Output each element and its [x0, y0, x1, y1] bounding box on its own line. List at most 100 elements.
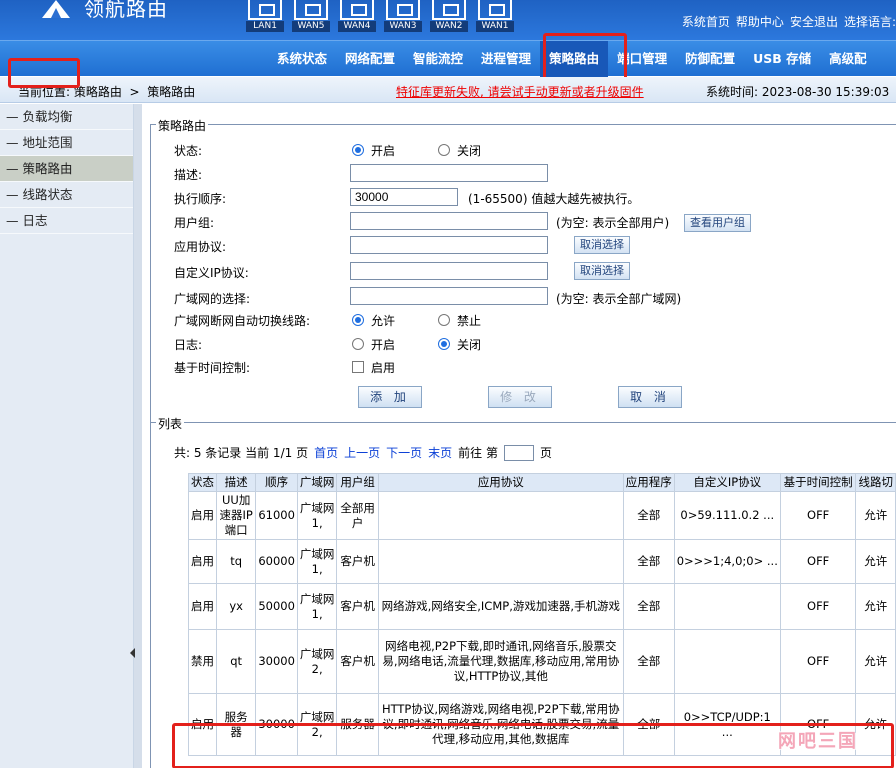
col-header: 描述: [215, 473, 257, 492]
table-cell: [377, 539, 624, 584]
main-content: 策略路由 状态: 开启 关闭 描述: 执行顺序: (1-65500) 值越大越先…: [142, 104, 896, 768]
sidebar-splitter[interactable]: [134, 104, 142, 768]
log-off-radio[interactable]: [438, 338, 450, 350]
table-cell: 广域网1,: [296, 583, 338, 630]
logout-link[interactable]: 安全退出: [790, 13, 838, 30]
table-cell: OFF: [779, 583, 857, 630]
log-on-radio[interactable]: [352, 338, 364, 350]
status-label: 状态:: [174, 144, 203, 158]
port-icon: WAN5: [292, 0, 330, 34]
first-page-link[interactable]: 首页: [314, 444, 338, 461]
order-input[interactable]: [350, 188, 458, 206]
add-button[interactable]: 添 加: [358, 386, 422, 408]
time-control-checkbox[interactable]: [352, 361, 364, 373]
app-cancel-select-button[interactable]: 取消选择: [574, 236, 630, 254]
wan-input[interactable]: [350, 287, 548, 305]
record-summary: 共: 5 条记录 当前 1/1 页: [174, 446, 309, 460]
nav-usb-storage[interactable]: USB 存储: [744, 41, 820, 77]
usergroup-label: 用户组:: [174, 216, 215, 230]
table-cell: 允许: [855, 583, 896, 630]
nav-defense-config[interactable]: 防御配置: [676, 41, 744, 77]
col-header: 状态: [188, 473, 217, 492]
nav-process-management[interactable]: 进程管理: [472, 41, 540, 77]
table-cell: 启用: [188, 583, 217, 630]
table-cell: HTTP协议,网络游戏,网络电视,P2P下载,常用协议,即时通讯,网络音乐,网络…: [377, 693, 624, 756]
status-on-label: 开启: [371, 144, 396, 158]
col-header: 自定义IP协议: [673, 473, 781, 492]
home-link[interactable]: 系统首页: [682, 13, 730, 30]
modify-button[interactable]: 修 改: [488, 386, 552, 408]
language-select[interactable]: 选择语言:: [844, 13, 896, 30]
table-cell: 允许: [855, 629, 896, 694]
sidebar-item-policy-routing[interactable]: — 策略路由: [0, 156, 133, 182]
table-cell: 50000: [255, 583, 298, 630]
page-number-input[interactable]: [503, 444, 534, 461]
table-cell: OFF: [779, 491, 857, 540]
col-header: 用户组: [336, 473, 379, 492]
table-cell: 启用: [188, 539, 217, 584]
sidebar-item-line-status[interactable]: — 线路状态: [0, 182, 133, 208]
next-page-link[interactable]: 下一页: [386, 444, 422, 461]
ip-protocol-input[interactable]: [350, 262, 548, 280]
help-link[interactable]: 帮助中心: [736, 13, 784, 30]
top-header: 领航路由 LAN1 WAN5 WAN4 WAN3 WAN2 WAN1 系统首页 …: [0, 0, 896, 40]
ip-cancel-select-button[interactable]: 取消选择: [574, 262, 630, 280]
sidebar-item-load-balance[interactable]: — 负载均衡: [0, 104, 133, 130]
desc-label: 描述:: [174, 168, 203, 182]
failover-label: 广域网断网自动切换线路:: [174, 314, 311, 328]
view-usergroup-button[interactable]: 查看用户组: [684, 214, 751, 232]
last-page-link[interactable]: 末页: [428, 444, 452, 461]
cancel-button[interactable]: 取 消: [618, 386, 682, 408]
failover-allow-radio[interactable]: [352, 314, 364, 326]
app-protocol-input[interactable]: [350, 236, 548, 254]
wan-hint: (为空: 表示全部广域网): [556, 292, 682, 306]
wan-label: 广域网的选择:: [174, 292, 251, 306]
usergroup-hint: (为空: 表示全部用户): [556, 216, 670, 230]
update-warning-link[interactable]: 特征库更新失败, 请尝试手动更新或者升级固件: [396, 83, 644, 100]
time-control-enable-label: 启用: [371, 361, 396, 375]
collapse-arrow-icon[interactable]: [130, 648, 135, 658]
table-row[interactable]: 禁用 qt 30000 广域网2, 客户机 网络电视,P2P下载,即时通讯,网络…: [188, 629, 896, 694]
watermark: 网吧三国: [778, 731, 858, 752]
table-cell: 全部: [622, 491, 675, 540]
table-cell: 30000: [255, 693, 298, 756]
nav-policy-routing[interactable]: 策略路由: [540, 41, 609, 77]
nav-port-management[interactable]: 端口管理: [608, 41, 676, 77]
table-cell: 启用: [188, 491, 217, 540]
router-admin-page: 领航路由 LAN1 WAN5 WAN4 WAN3 WAN2 WAN1 系统首页 …: [0, 0, 896, 768]
desc-input[interactable]: [350, 164, 548, 182]
nav-system-status[interactable]: 系统状态: [268, 41, 336, 77]
port-icon: LAN1: [246, 0, 284, 34]
table-cell: 0>>>1;4,0;0> ...: [673, 539, 781, 584]
failover-deny-label: 禁止: [457, 314, 482, 328]
status-off-radio[interactable]: [438, 144, 450, 156]
log-on-label: 开启: [371, 338, 396, 352]
nav-network-config[interactable]: 网络配置: [336, 41, 404, 77]
system-time: 系统时间: 2023-08-30 15:39:03: [706, 85, 890, 99]
table-row[interactable]: 启用 UU加速器IP端口 61000 广域网1, 全部用户 全部 0>59.11…: [188, 491, 896, 540]
col-header: 顺序: [255, 473, 298, 492]
table-cell: OFF: [779, 539, 857, 584]
sidebar-item-log[interactable]: — 日志: [0, 208, 133, 234]
table-row[interactable]: 启用 yx 50000 广域网1, 客户机 网络游戏,网络安全,ICMP,游戏加…: [188, 583, 896, 630]
prev-page-link[interactable]: 上一页: [344, 444, 380, 461]
table-cell: 全部用户: [336, 491, 379, 540]
table-cell: 服务器: [215, 693, 257, 756]
table-cell: OFF: [779, 629, 857, 694]
failover-deny-radio[interactable]: [438, 314, 450, 326]
status-on-radio[interactable]: [352, 144, 364, 156]
nav-traffic-control[interactable]: 智能流控: [404, 41, 472, 77]
failover-allow-label: 允许: [371, 314, 396, 328]
sidebar-item-address-range[interactable]: — 地址范围: [0, 130, 133, 156]
table-cell: 广域网2,: [296, 693, 338, 756]
usergroup-input[interactable]: [350, 212, 548, 230]
table-cell: 全部: [622, 539, 675, 584]
goto-label: 前往 第: [458, 446, 498, 460]
time-control-label: 基于时间控制:: [174, 361, 251, 375]
logo-mark-icon: [38, 0, 78, 20]
log-off-label: 关闭: [457, 338, 482, 352]
port-indicators: LAN1 WAN5 WAN4 WAN3 WAN2 WAN1: [246, 0, 514, 34]
table-row[interactable]: 启用 tq 60000 广域网1, 客户机 全部 0>>>1;4,0;0> ..…: [188, 539, 896, 584]
form-legend: 策略路由: [156, 117, 209, 134]
nav-advanced[interactable]: 高级配: [820, 41, 876, 77]
